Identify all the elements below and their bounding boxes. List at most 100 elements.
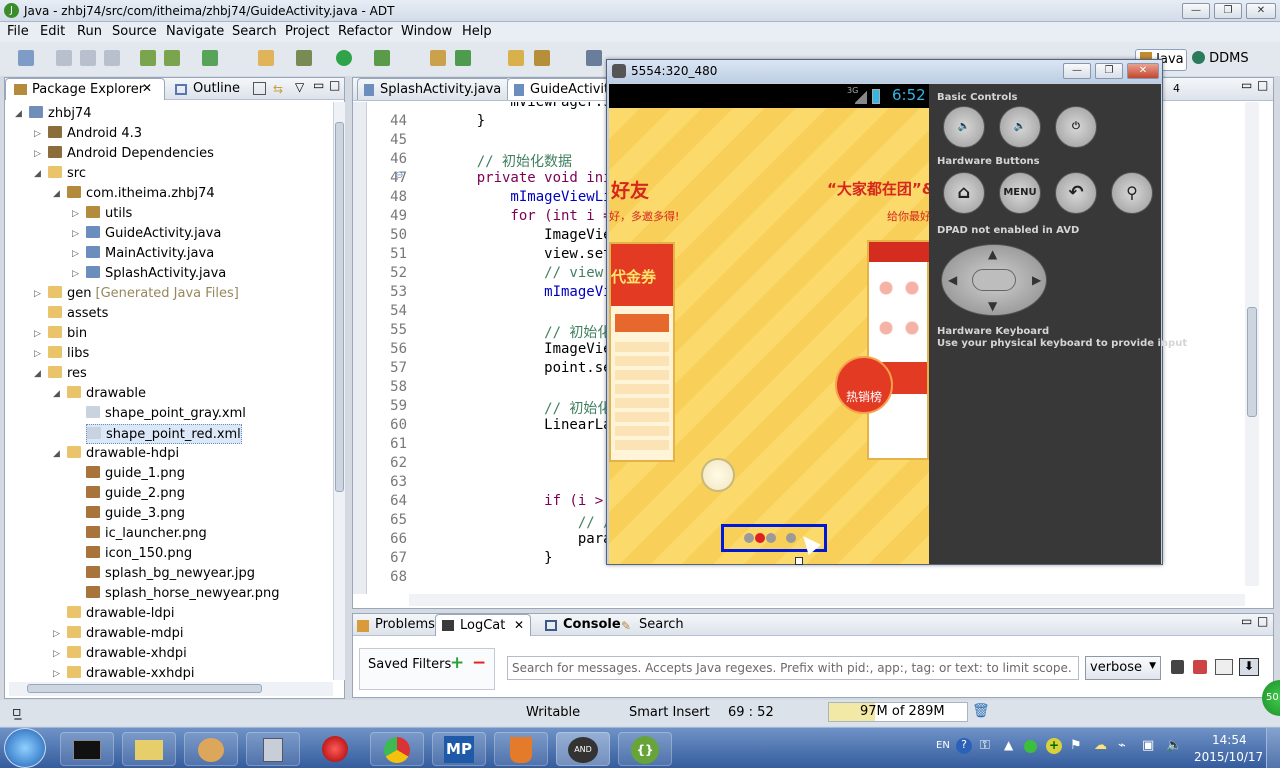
menu-window[interactable]: Window	[401, 24, 452, 39]
language-indicator[interactable]: EN	[936, 740, 950, 751]
collapsed-arrow-icon[interactable]: ▷	[72, 204, 79, 224]
tree-item[interactable]: ▷ bin	[34, 324, 87, 344]
restore-button[interactable]: ❐	[1214, 3, 1242, 19]
monitor-tray-icon[interactable]: ▣	[1142, 738, 1154, 753]
save-icon[interactable]	[56, 50, 72, 66]
taskbar-braces-icon[interactable]: {}	[618, 732, 672, 766]
fast-view-icon[interactable]: ▫̲	[12, 704, 22, 720]
new-class-icon[interactable]	[430, 50, 446, 66]
plus-tray-icon[interactable]: +	[1046, 738, 1062, 754]
maximize-bottom-icon[interactable]: □	[1257, 614, 1268, 628]
scroll-lock-icon[interactable]: ⬇	[1239, 658, 1259, 676]
collapsed-arrow-icon[interactable]: ▷	[72, 224, 79, 244]
tree-horizontal-scrollbar[interactable]	[9, 682, 333, 696]
flag-tray-icon[interactable]: ⚑	[1070, 738, 1082, 753]
fold-toggle-icon[interactable]: ⊖	[395, 170, 403, 181]
back-button[interactable]: ↶	[1055, 172, 1097, 214]
tab-search[interactable]: ✎ Search	[619, 617, 684, 633]
scroll-thumb[interactable]	[335, 122, 344, 492]
dpad-right-icon[interactable]: ▶	[1032, 273, 1041, 287]
code-line[interactable]: if (i > 0)	[443, 493, 628, 509]
dpad-left-icon[interactable]: ◀	[948, 273, 957, 287]
log-level-select[interactable]: verbose ▼	[1085, 656, 1161, 680]
expanded-arrow-icon[interactable]: ◢	[34, 164, 41, 184]
tree-item[interactable]: ◢ drawable-hdpi	[53, 444, 179, 464]
show-desktop-button[interactable]	[1266, 728, 1280, 768]
emulator-titlebar[interactable]: 5554:320_480 — ❐ ✕	[607, 60, 1162, 83]
editor-vertical-scrollbar[interactable]	[1245, 102, 1259, 586]
clock-time[interactable]: 14:54	[1212, 733, 1247, 747]
cloud-tray-icon[interactable]: ☁	[1094, 738, 1107, 753]
emu-minimize-button[interactable]: —	[1063, 63, 1091, 79]
dpad-center[interactable]	[972, 269, 1016, 291]
open-folder-icon[interactable]	[508, 50, 524, 66]
tree-item[interactable]: ▷ drawable-xhdpi	[53, 644, 187, 664]
new-icon[interactable]	[18, 50, 34, 66]
debug-icon[interactable]	[296, 50, 312, 66]
help-tray-icon[interactable]: ?	[956, 738, 972, 754]
tree-item[interactable]: shape_point_gray.xml	[86, 404, 246, 424]
dpad-up-icon[interactable]: ▲	[988, 247, 997, 261]
tree-item[interactable]: ▷ SplashActivity.java	[72, 264, 226, 284]
tree-item[interactable]: ic_launcher.png	[86, 524, 207, 544]
trash-icon[interactable]: 🗑	[972, 703, 990, 719]
tree-item[interactable]: ▷ Android Dependencies	[34, 144, 214, 164]
tree-item[interactable]: shape_point_red.xml	[86, 424, 242, 444]
tree-item[interactable]: ▷ drawable-xxhdpi	[53, 664, 194, 680]
minimize-button[interactable]: —	[1182, 3, 1210, 19]
menu-navigate[interactable]: Navigate	[166, 24, 224, 39]
perspective-ddms[interactable]: DDMS	[1192, 51, 1249, 66]
open-type-icon[interactable]	[258, 50, 274, 66]
collapsed-arrow-icon[interactable]: ▷	[34, 144, 41, 164]
emu-close-button[interactable]: ✕	[1127, 63, 1159, 79]
collapsed-arrow-icon[interactable]: ▷	[53, 644, 60, 664]
tree-item[interactable]: guide_3.png	[86, 504, 185, 524]
taskbar-cmd-icon[interactable]	[60, 732, 114, 766]
taskbar-mp-icon[interactable]: MP	[432, 732, 486, 766]
usb-tray-icon[interactable]: ⌁	[1118, 738, 1126, 753]
green-dot-tray-icon[interactable]	[1024, 740, 1037, 753]
emu-restore-button[interactable]: ❐	[1095, 63, 1123, 79]
tab-package-explorer[interactable]: Package Explorer ✕	[5, 78, 165, 100]
collapsed-arrow-icon[interactable]: ▷	[34, 124, 41, 144]
tree-item[interactable]: ▷ MainActivity.java	[72, 244, 214, 264]
avd-manager-icon[interactable]	[164, 50, 180, 66]
tree-item[interactable]: ▷ libs	[34, 344, 89, 364]
collapsed-arrow-icon[interactable]: ▷	[34, 344, 41, 364]
editor-overflow-count[interactable]: 4	[1173, 82, 1180, 95]
external-tools-icon[interactable]	[374, 50, 390, 66]
lint-icon[interactable]	[202, 50, 218, 66]
pencil-icon[interactable]	[534, 50, 550, 66]
expanded-arrow-icon[interactable]: ◢	[15, 104, 22, 124]
menu-edit[interactable]: Edit	[40, 24, 65, 39]
editor-horizontal-scrollbar[interactable]	[409, 594, 1245, 606]
menu-project[interactable]: Project	[285, 24, 329, 39]
search-button[interactable]: ⚲	[1111, 172, 1153, 214]
expanded-arrow-icon[interactable]: ◢	[53, 444, 60, 464]
tree-item[interactable]: icon_150.png	[86, 544, 192, 564]
remove-filter-icon[interactable]: −	[472, 653, 486, 673]
tree-vertical-scrollbar[interactable]	[333, 102, 345, 680]
tree-item[interactable]: ▷ drawable-mdpi	[53, 624, 184, 644]
save-log-icon[interactable]	[1171, 660, 1184, 674]
editor-scroll-thumb[interactable]	[1247, 307, 1257, 417]
tree-item[interactable]: ▷ utils	[72, 204, 132, 224]
menu-help[interactable]: Help	[462, 24, 492, 39]
tab-problems[interactable]: Problems	[355, 617, 435, 632]
menu-search[interactable]: Search	[232, 24, 277, 39]
tree-item[interactable]: ◢ zhbj74	[15, 104, 91, 124]
minimize-view-icon[interactable]: ▭	[313, 78, 324, 92]
expanded-arrow-icon[interactable]: ◢	[53, 384, 60, 404]
resize-handle-icon[interactable]	[795, 557, 803, 565]
collapse-all-icon[interactable]	[253, 82, 266, 95]
tree-item[interactable]: ▷ Android 4.3	[34, 124, 142, 144]
maximize-view-icon[interactable]: □	[329, 78, 340, 92]
arrow-tray-icon[interactable]: ▲	[1004, 738, 1013, 752]
network-tray-icon[interactable]: ⚿	[980, 738, 990, 753]
tree-item[interactable]: ◢ src	[34, 164, 86, 184]
toggle-filters-icon[interactable]	[1215, 659, 1233, 675]
minimize-editor-icon[interactable]: ▭	[1241, 78, 1252, 92]
run-icon[interactable]	[336, 50, 352, 66]
tree-item[interactable]: guide_2.png	[86, 484, 185, 504]
code-line[interactable]: for (int i = 0	[443, 208, 628, 224]
